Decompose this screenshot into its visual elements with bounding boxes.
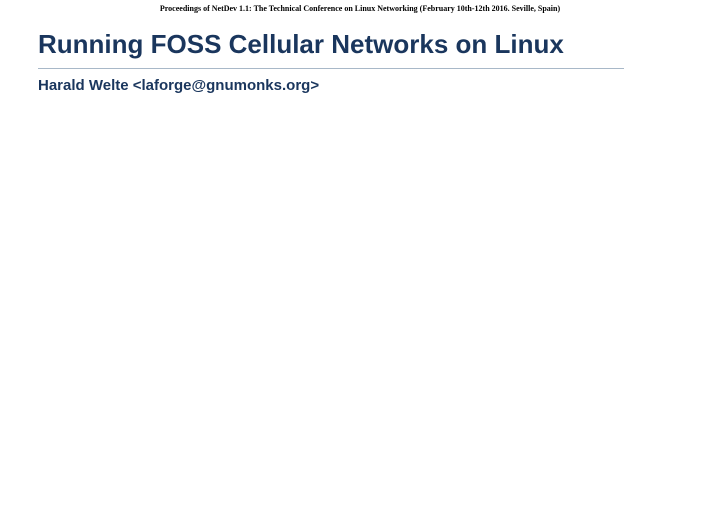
paper-title: Running FOSS Cellular Networks on Linux <box>38 29 682 68</box>
paper-page: Proceedings of NetDev 1.1: The Technical… <box>0 0 720 94</box>
title-divider <box>38 68 624 69</box>
proceedings-header: Proceedings of NetDev 1.1: The Technical… <box>38 0 682 29</box>
author-line: Harald Welte <laforge@gnumonks.org> <box>38 77 682 94</box>
